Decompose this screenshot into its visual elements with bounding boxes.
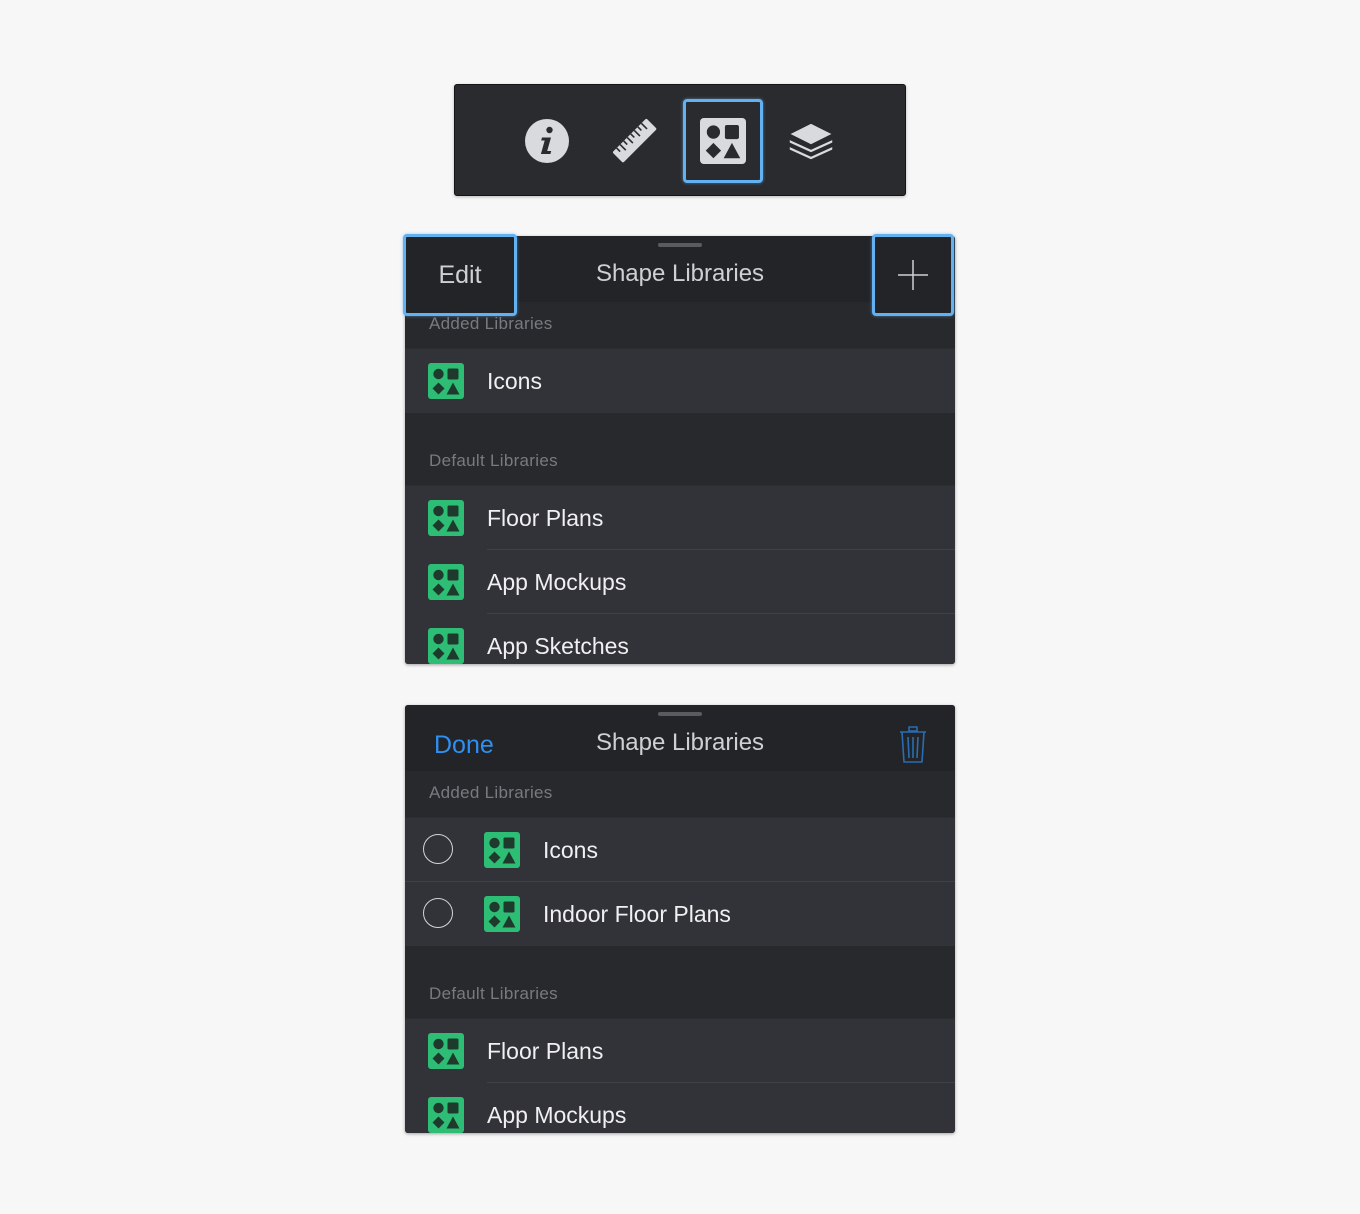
- layers-icon: [788, 122, 834, 161]
- info-tab[interactable]: [507, 99, 587, 183]
- shape-library-icon: [428, 628, 464, 664]
- trash-icon[interactable]: [897, 725, 929, 765]
- shape-library-icon: [428, 564, 464, 600]
- panel-header: Done Shape Libraries: [405, 705, 955, 771]
- shape-library-icon: [428, 500, 464, 536]
- shape-library-icon: [484, 832, 520, 868]
- shape-library-icon: [428, 1033, 464, 1069]
- library-row-icons[interactable]: Icons: [405, 349, 955, 413]
- drag-handle[interactable]: [658, 243, 702, 247]
- add-library-button[interactable]: [872, 234, 954, 316]
- plus-icon: [898, 260, 928, 290]
- panel-title: Shape Libraries: [595, 729, 765, 756]
- section-header-default: Default Libraries: [405, 946, 955, 1018]
- library-row-floor-plans[interactable]: Floor Plans: [405, 1019, 955, 1083]
- ruler-icon: [612, 118, 657, 163]
- layers-tab[interactable]: [771, 99, 851, 183]
- library-row-indoor-floor-plans[interactable]: Indoor Floor Plans: [405, 882, 955, 946]
- shape-library-icon: [700, 118, 746, 164]
- library-row-app-mockups[interactable]: App Mockups: [405, 550, 955, 614]
- library-row-app-mockups[interactable]: App Mockups: [405, 1083, 955, 1133]
- shape-library-icon: [428, 363, 464, 399]
- drag-handle[interactable]: [658, 712, 702, 716]
- edit-button[interactable]: Edit: [403, 234, 517, 316]
- section-header-default: Default Libraries: [405, 413, 955, 485]
- shape-libraries-panel-edit-mode: Done Shape Libraries Added Libraries Ico…: [405, 705, 955, 1133]
- shape-library-icon: [484, 896, 520, 932]
- select-radio[interactable]: [423, 898, 453, 928]
- section-header-added: Added Libraries: [405, 771, 955, 817]
- library-row-floor-plans[interactable]: Floor Plans: [405, 486, 955, 550]
- shape-library-icon: [428, 1097, 464, 1133]
- library-row-app-sketches[interactable]: App Sketches: [405, 614, 955, 664]
- ruler-tab[interactable]: [595, 99, 675, 183]
- inspector-toolbar: [454, 84, 906, 196]
- shape-library-tab[interactable]: [683, 99, 763, 183]
- select-radio[interactable]: [423, 834, 453, 864]
- library-row-icons[interactable]: Icons: [405, 818, 955, 882]
- info-icon: [525, 119, 569, 163]
